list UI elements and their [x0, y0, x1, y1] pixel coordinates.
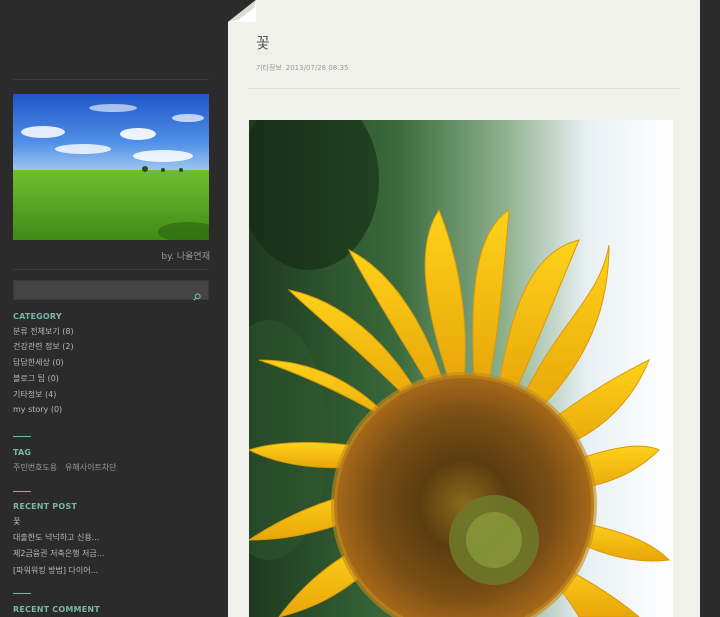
sidebar-divider — [13, 79, 209, 80]
recent-post-title: RECENT POST — [13, 502, 77, 511]
category-item-health[interactable]: 건강관련 정보 (2) — [13, 341, 74, 352]
tag-item[interactable]: 유해사이트차단 — [65, 462, 117, 473]
category-item-my-story[interactable]: my story (0) — [13, 405, 62, 414]
search-box — [13, 280, 209, 301]
search-icon[interactable] — [193, 286, 201, 301]
recent-post-item[interactable]: 대출한도 넉넉하고 신용... — [13, 532, 99, 543]
sidebar-divider — [13, 269, 209, 270]
recent-comment-title: RECENT COMMENT — [13, 605, 100, 614]
sidebar: by. 나올연재 CATEGORY 분류 전체보기 (8) 건강관련 정보 (2… — [0, 0, 228, 617]
category-item-blog-tips[interactable]: 블로그 팁 (0) — [13, 373, 59, 384]
tag-item[interactable]: 주민번호도용 — [13, 462, 57, 473]
category-item-all[interactable]: 분류 전체보기 (8) — [13, 326, 74, 337]
category-item-etc[interactable]: 기타정보 (4) — [13, 389, 56, 400]
post-separator — [248, 88, 680, 89]
recent-post-item[interactable]: 꽃 — [13, 516, 20, 527]
post-meta: 기타정보 2013/07/28 08:35 — [256, 63, 349, 73]
search-input[interactable] — [18, 283, 190, 299]
post-category[interactable]: 기타정보 — [256, 64, 282, 72]
tag-title: TAG — [13, 448, 32, 457]
recent-post-item[interactable]: 제2금융권 저축은행 저금... — [13, 548, 104, 559]
section-divider — [13, 436, 31, 437]
right-margin — [700, 0, 720, 617]
section-divider — [13, 593, 31, 594]
post-image-sunflower — [249, 120, 673, 617]
category-item-world[interactable]: 답답한세상 (0) — [13, 357, 64, 368]
profile-byline: by. 나올연재 — [161, 252, 210, 262]
page-fold-icon — [228, 0, 256, 22]
section-divider — [13, 491, 31, 492]
recent-post-item[interactable]: [파워워킹 방법] 다이어... — [13, 565, 98, 576]
category-title: CATEGORY — [13, 312, 62, 321]
profile-image — [13, 94, 209, 240]
post-datetime: 2013/07/28 08:35 — [285, 64, 349, 72]
post-title: 꽃 — [256, 34, 270, 52]
